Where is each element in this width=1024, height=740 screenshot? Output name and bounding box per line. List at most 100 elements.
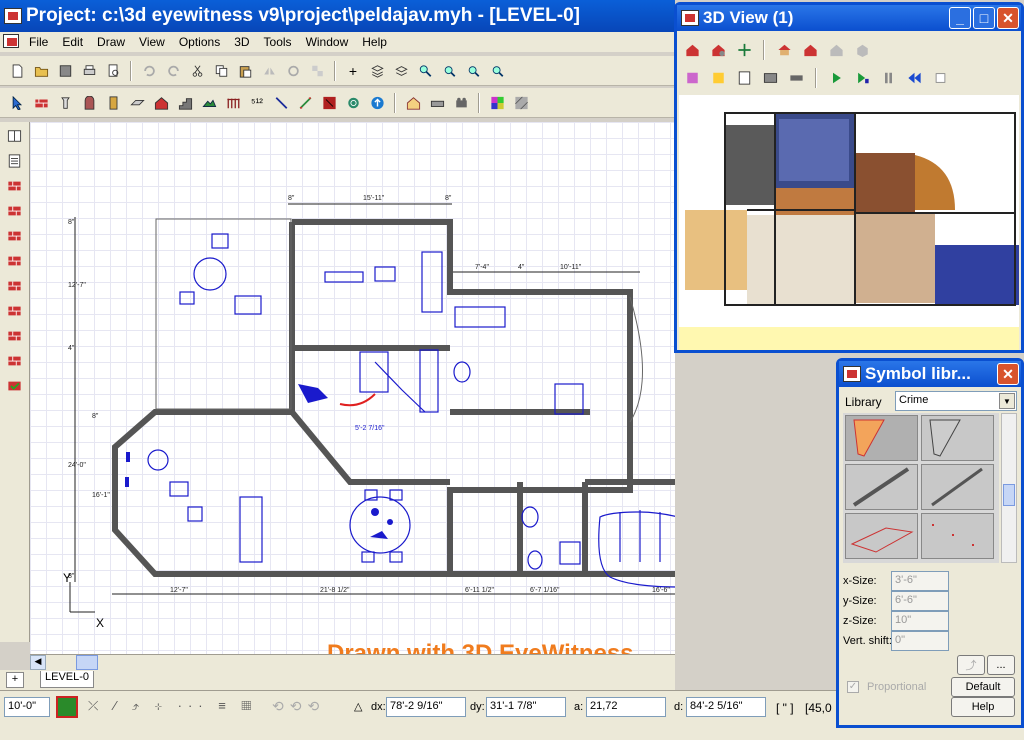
tab-level-0[interactable]: LEVEL-0 — [40, 671, 94, 688]
zoom-all-icon[interactable] — [462, 60, 484, 82]
symbol-item[interactable] — [845, 513, 918, 559]
wall-tool-icon[interactable] — [30, 92, 52, 114]
3d-home-icon[interactable] — [681, 39, 703, 61]
zoom-in-icon[interactable] — [486, 60, 508, 82]
paste-icon[interactable] — [234, 60, 256, 82]
book-icon[interactable] — [3, 125, 25, 147]
symbol-scrollbar[interactable] — [1001, 413, 1017, 563]
info-tool-icon[interactable] — [366, 92, 388, 114]
3d-render-icon[interactable] — [759, 67, 781, 89]
palette-icon[interactable] — [486, 92, 508, 114]
stairs-tool-icon[interactable] — [174, 92, 196, 114]
brick-wall-icon-7[interactable] — [3, 325, 25, 347]
a-field[interactable]: 21,72 — [586, 697, 666, 717]
group-icon[interactable] — [306, 60, 328, 82]
3d-move-icon[interactable] — [733, 39, 755, 61]
minimize-button[interactable]: _ — [949, 7, 971, 29]
roof-tool-icon[interactable] — [150, 92, 172, 114]
more-button[interactable]: ... — [987, 655, 1015, 675]
texture-tool-icon[interactable] — [318, 92, 340, 114]
menu-options[interactable]: Options — [172, 35, 227, 49]
new-file-button[interactable] — [6, 60, 28, 82]
3d-view-side-icon[interactable] — [825, 39, 847, 61]
symbol-library-close-button[interactable]: ✕ — [997, 363, 1019, 385]
open-file-button[interactable] — [30, 60, 52, 82]
mirror-icon[interactable] — [258, 60, 280, 82]
menu-file[interactable]: File — [22, 35, 55, 49]
symbol-scroll-thumb[interactable] — [1003, 484, 1015, 506]
snap-tools-icons[interactable]: ⤫ ⁄ ⤴ ⊹ ··· ≡ ▦ — [88, 698, 258, 718]
3d-view-iso-icon[interactable] — [851, 39, 873, 61]
add-level-tab[interactable]: + — [6, 672, 24, 688]
hatch-icon[interactable] — [510, 92, 532, 114]
zoom-window-icon[interactable] — [438, 60, 460, 82]
dimension-tool-icon[interactable] — [294, 92, 316, 114]
print-preview-button[interactable] — [102, 60, 124, 82]
scale-button[interactable]: ⤴ — [957, 655, 985, 675]
brick-wall-icon-3[interactable] — [3, 225, 25, 247]
house-view-icon[interactable] — [402, 92, 424, 114]
symbol-item[interactable] — [845, 464, 918, 510]
drawing-canvas[interactable]: 8" 15'-11" 8" 7'-4" 4" 10'-11" 12'-7" 21… — [30, 122, 675, 667]
column-tool-icon[interactable] — [54, 92, 76, 114]
scroll-thumb[interactable] — [76, 655, 98, 670]
layers-stack-icon[interactable] — [390, 60, 412, 82]
rotate-icon[interactable] — [282, 60, 304, 82]
brick-wall-icon-1[interactable] — [3, 175, 25, 197]
maximize-button[interactable]: □ — [973, 7, 995, 29]
3d-view-top-icon[interactable] — [773, 39, 795, 61]
brick-wall-icon-5[interactable] — [3, 275, 25, 297]
symbol-item[interactable] — [921, 513, 994, 559]
add-layer-button[interactable]: + — [342, 60, 364, 82]
car-view-icon[interactable] — [426, 92, 448, 114]
horizontal-scrollbar[interactable]: ◀ — [30, 654, 675, 670]
brick-wall-icon-2[interactable] — [3, 200, 25, 222]
undo-button[interactable] — [138, 60, 160, 82]
list-icon[interactable] — [3, 150, 25, 172]
vert-shift-field[interactable]: 0" — [891, 631, 949, 651]
copy-icon[interactable] — [210, 60, 232, 82]
dy-field[interactable]: 31'-1 7/8" — [486, 697, 566, 717]
menu-help[interactable]: Help — [355, 35, 394, 49]
select-arrow-icon[interactable] — [6, 92, 28, 114]
menu-draw[interactable]: Draw — [90, 35, 132, 49]
zoom-icon[interactable] — [414, 60, 436, 82]
scale-field[interactable]: 10'-0" — [4, 697, 50, 717]
brick-wall-icon-4[interactable] — [3, 250, 25, 272]
print-button[interactable] — [78, 60, 100, 82]
railing-tool-icon[interactable] — [222, 92, 244, 114]
z-size-field[interactable]: 10" — [891, 611, 949, 631]
window-tool-icon[interactable] — [102, 92, 124, 114]
menu-edit[interactable]: Edit — [55, 35, 90, 49]
chevron-down-icon[interactable]: ▼ — [999, 393, 1015, 409]
menu-view[interactable]: View — [132, 35, 172, 49]
menu-tools[interactable]: Tools — [257, 35, 299, 49]
layers-icon[interactable] — [366, 60, 388, 82]
symbol-item[interactable] — [845, 415, 918, 461]
help-button[interactable]: Help — [951, 697, 1015, 717]
stop-icon[interactable] — [929, 67, 951, 89]
play-icon[interactable] — [825, 67, 847, 89]
3d-film-icon[interactable] — [785, 67, 807, 89]
3d-house-gear-icon[interactable] — [707, 39, 729, 61]
3d-list-icon[interactable] — [733, 67, 755, 89]
menu-3d[interactable]: 3D — [227, 35, 256, 49]
cut-icon[interactable] — [186, 60, 208, 82]
brick-wall-check-icon[interactable] — [3, 375, 25, 397]
door-tool-icon[interactable] — [78, 92, 100, 114]
library-select[interactable]: Crime ▼ — [895, 391, 1017, 411]
level-tool-icon[interactable]: ⁵¹² — [246, 92, 268, 114]
scroll-left-arrow[interactable]: ◀ — [30, 655, 46, 670]
menu-window[interactable]: Window — [299, 35, 356, 49]
default-button[interactable]: Default — [951, 677, 1015, 697]
redo-button[interactable] — [162, 60, 184, 82]
y-size-field[interactable]: 6'-6" — [891, 591, 949, 611]
3d-view-front-icon[interactable] — [799, 39, 821, 61]
menu-app-icon[interactable] — [0, 33, 22, 51]
dx-field[interactable]: 78'-2 9/16" — [386, 697, 466, 717]
camera-icon[interactable] — [450, 92, 472, 114]
snap-icon[interactable] — [56, 696, 78, 718]
save-button[interactable] — [54, 60, 76, 82]
close-button[interactable]: ✕ — [997, 7, 1019, 29]
undo-icons[interactable]: ⟲⟲⟲ — [272, 698, 342, 718]
